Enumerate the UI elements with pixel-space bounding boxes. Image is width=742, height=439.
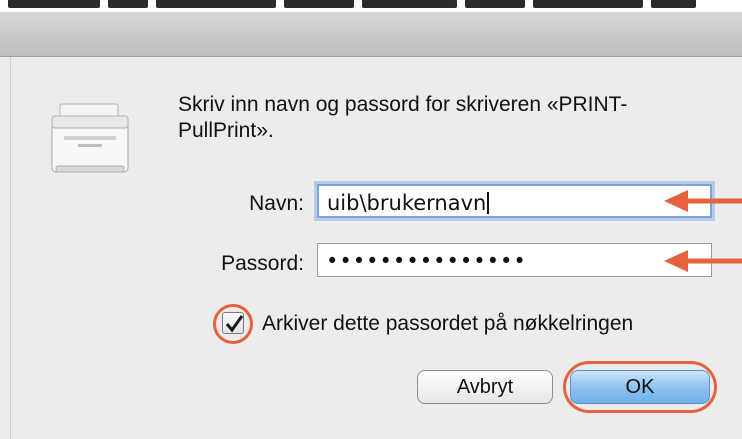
printer-icon (51, 103, 129, 173)
arrow-left-icon (664, 250, 742, 272)
password-label: Passord: (221, 252, 304, 275)
dialog-message: Skriv inn navn og passord for skriveren … (178, 93, 628, 142)
arrow-left-icon (664, 190, 742, 212)
clipped-text-strip (0, 0, 742, 12)
remember-checkbox-wrap (213, 304, 257, 348)
name-input[interactable]: uib\brukernavn (317, 184, 712, 218)
name-label: Navn: (249, 192, 304, 215)
dialog-titlebar (0, 12, 742, 57)
password-input[interactable]: ••••••••••••••• (317, 243, 712, 277)
text-caret (487, 192, 490, 214)
cancel-button[interactable]: Avbryt (417, 370, 553, 404)
name-input-value: uib\brukernavn (327, 191, 487, 215)
remember-checkbox-label[interactable]: Arkiver dette passordet på nøkkelringen (262, 312, 633, 336)
annotation-circle (213, 304, 253, 344)
password-input-value: ••••••••••••••• (326, 249, 527, 273)
annotation-ellipse (563, 361, 717, 413)
